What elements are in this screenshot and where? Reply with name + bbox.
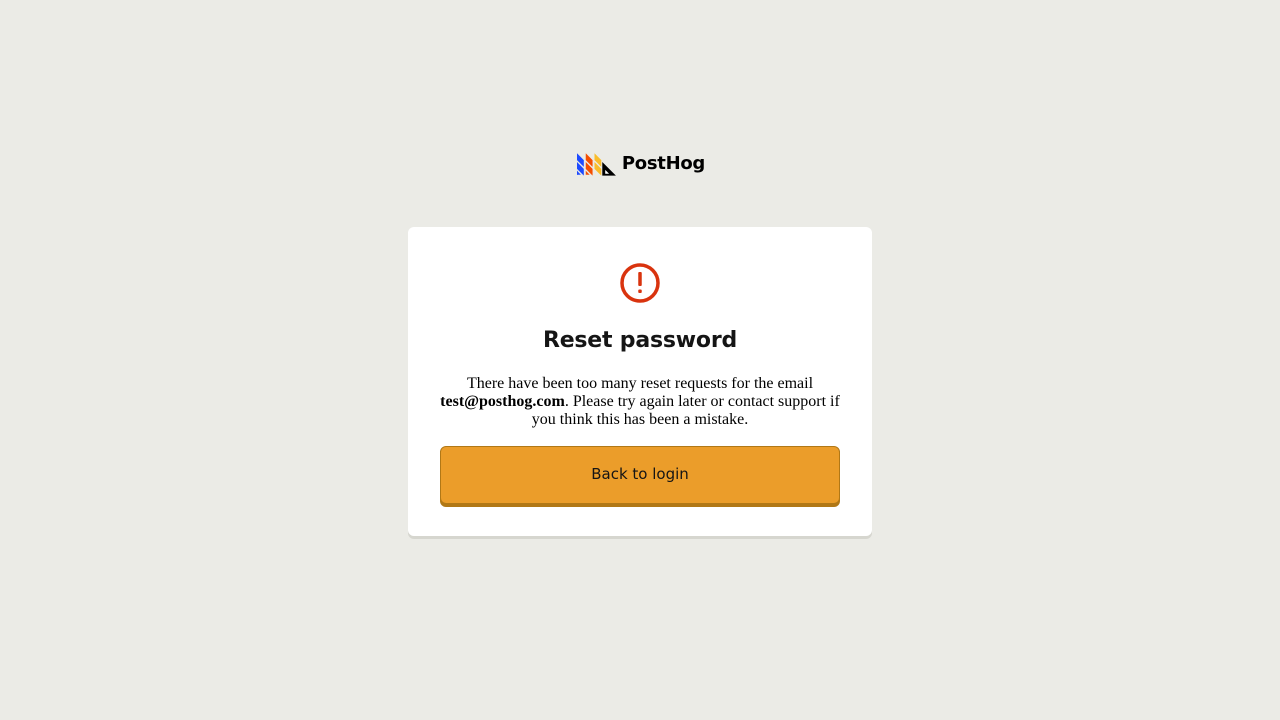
page-title: Reset password [542,328,738,353]
logo-wordmark: PostHog [621,153,705,174]
email-address: test@posthog.com [440,393,565,410]
message-text-before: There have been too many reset requests … [466,375,814,392]
posthog-logo[interactable]: PostHog [577,152,705,176]
posthog-logo-icon [577,153,616,176]
error-message: There have been too many reset requests … [440,375,840,429]
message-text-after: . Please try again later or contact supp… [531,393,840,428]
back-to-login-button[interactable]: Back to login [440,446,840,504]
reset-password-card: Reset password There have been too many … [408,227,872,536]
exclamation-circle-icon [620,263,660,303]
